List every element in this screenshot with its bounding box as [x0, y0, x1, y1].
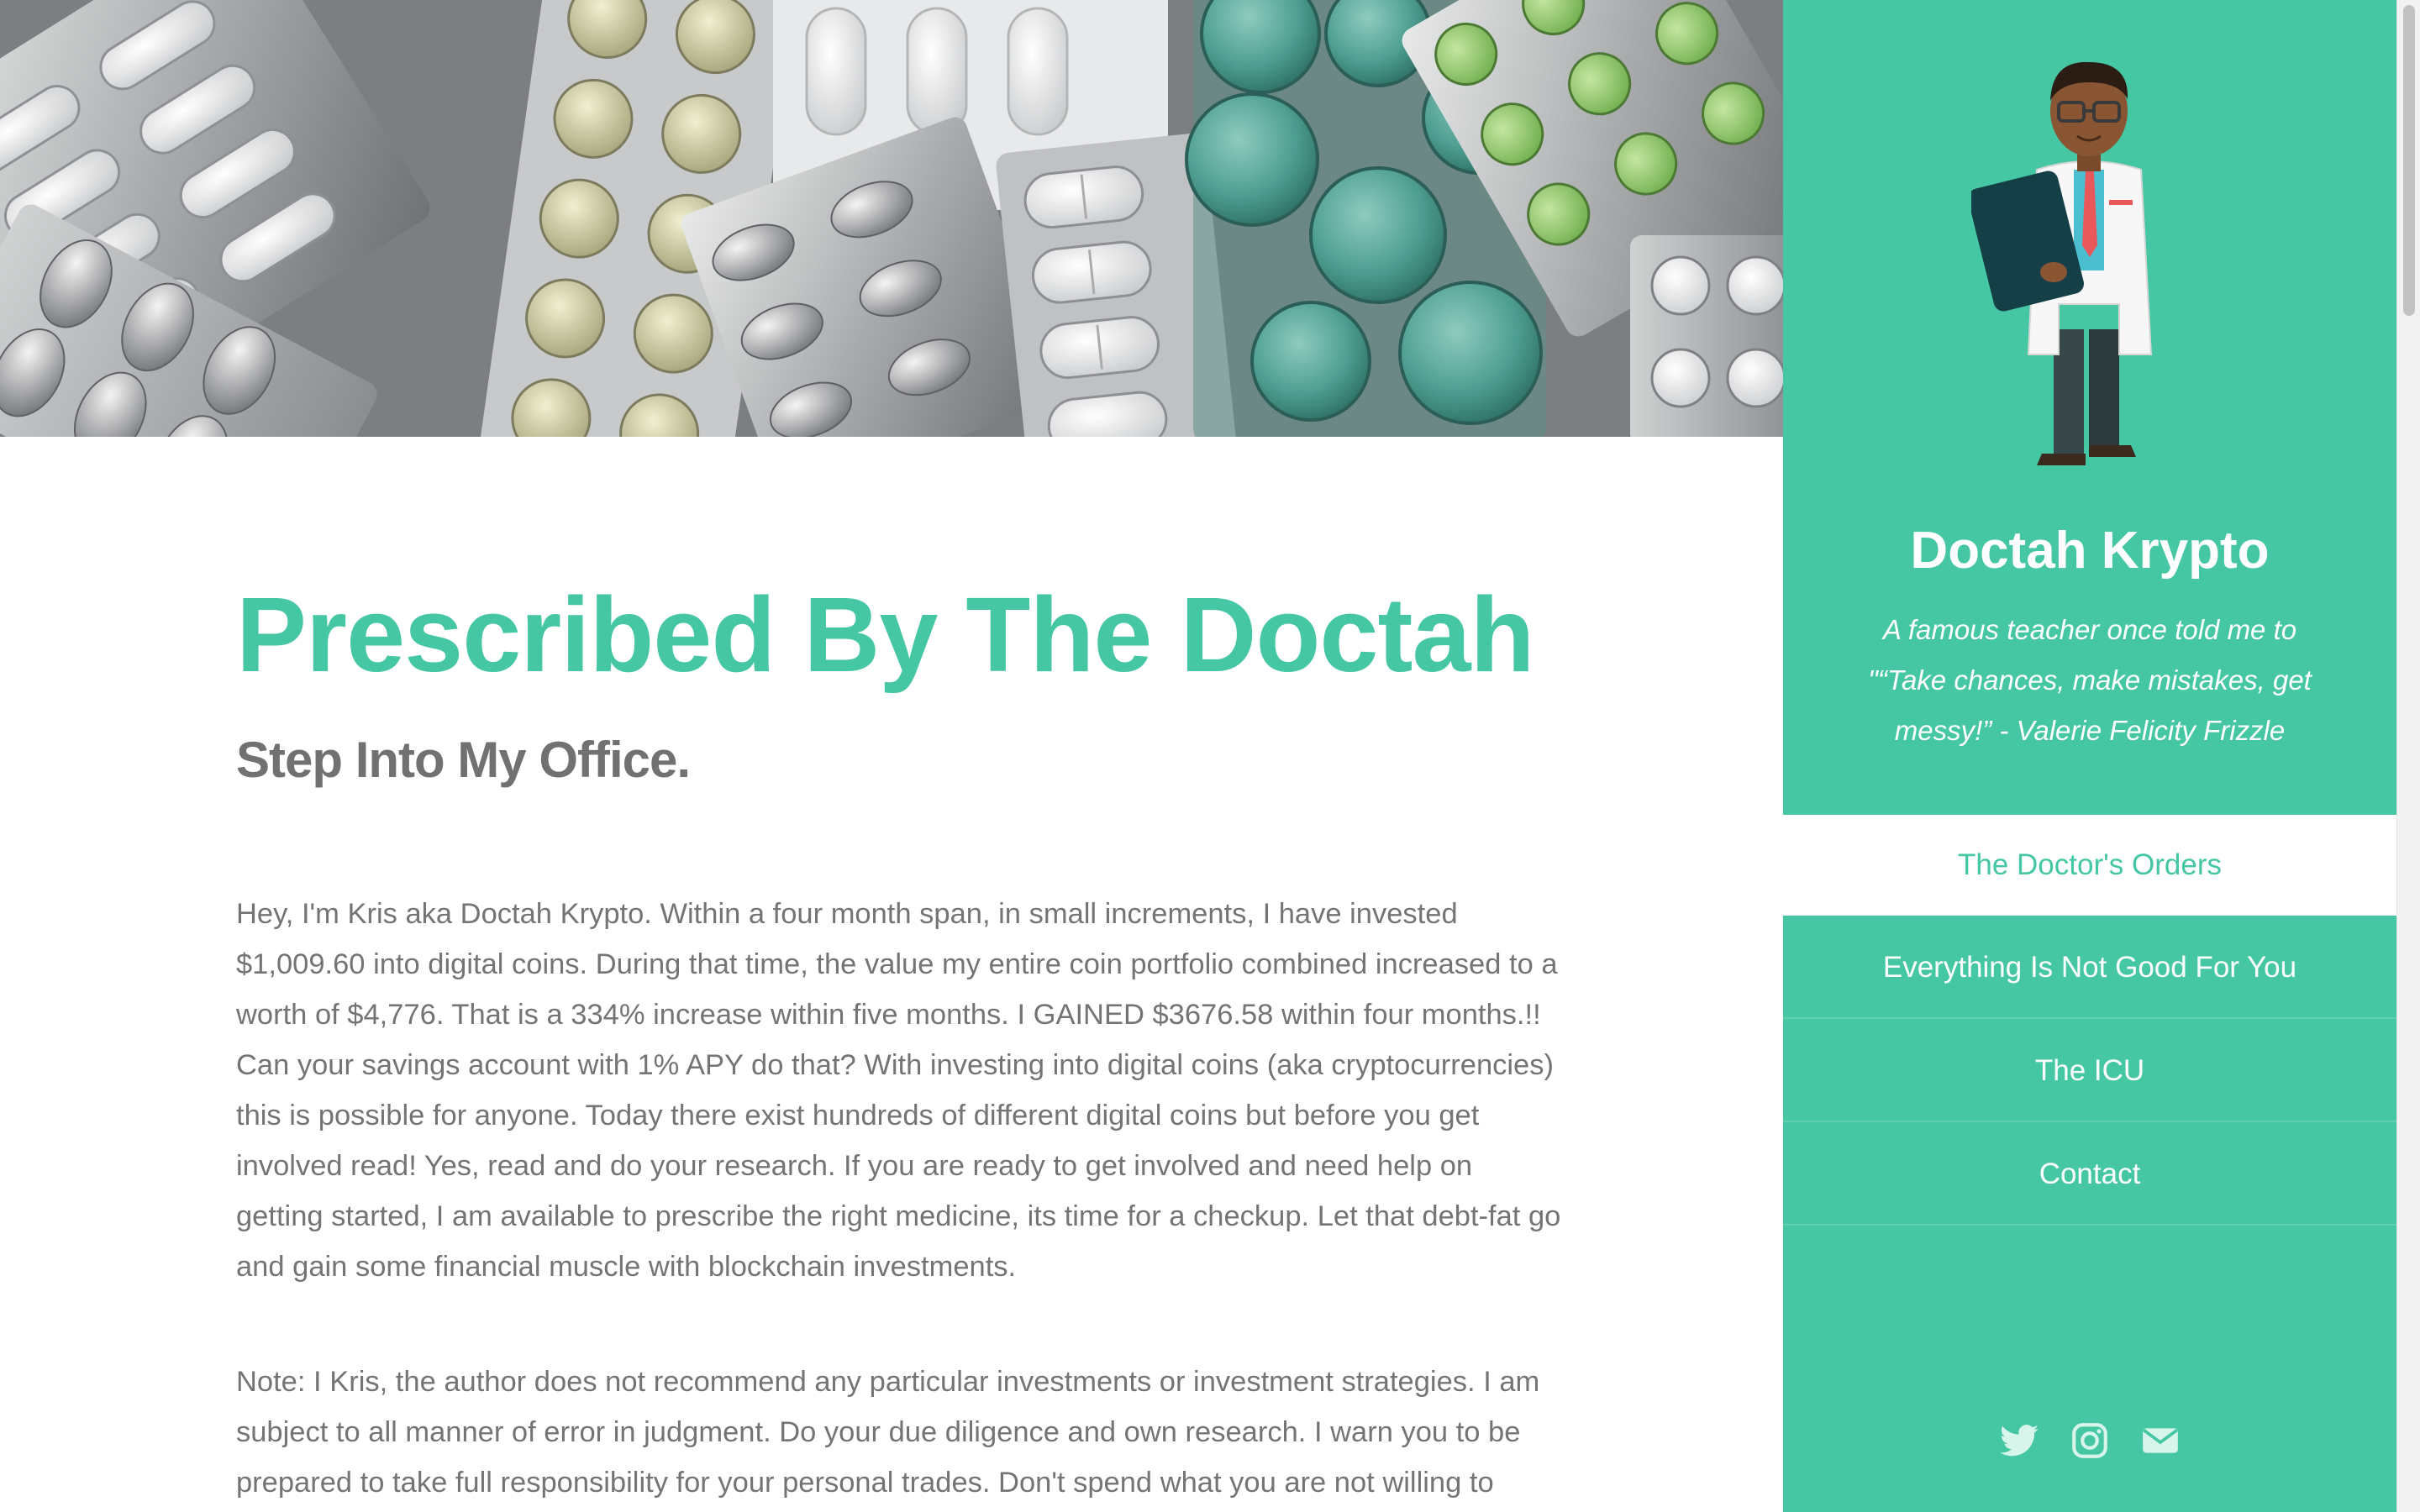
hero-image	[0, 0, 1783, 437]
social-links	[1783, 1420, 2396, 1462]
page-subtitle: Step Into My Office.	[236, 732, 691, 788]
nav-item-contact[interactable]: Contact	[1783, 1122, 2396, 1226]
instagram-icon[interactable]	[2069, 1420, 2111, 1462]
email-icon[interactable]	[2139, 1420, 2181, 1462]
pill-blister-packs-image	[0, 0, 1783, 437]
doctor-avatar[interactable]	[1971, 52, 2207, 472]
twitter-icon[interactable]	[1998, 1420, 2040, 1462]
sidebar: Doctah Krypto A famous teacher once told…	[1783, 0, 2396, 1512]
sidebar-nav: The Doctor's Orders Everything Is Not Go…	[1783, 815, 2396, 1226]
disclaimer-paragraph: Note: I Kris, the author does not recomm…	[236, 1366, 1540, 1499]
site-tagline: A famous teacher once told me to "“Take …	[1868, 614, 2312, 746]
nav-item-the-icu[interactable]: The ICU	[1783, 1019, 2396, 1122]
sidebar-header: Doctah Krypto A famous teacher once told…	[1783, 0, 2396, 815]
scrollbar-thumb[interactable]	[2403, 5, 2415, 316]
nav-item-everything-is-not-good-for-you[interactable]: Everything Is Not Good For You	[1783, 916, 2396, 1019]
site-title[interactable]: Doctah Krypto	[1783, 521, 2396, 580]
page-scrollbar[interactable]	[2396, 0, 2420, 1512]
main-content: Prescribed By The Doctah Step Into My Of…	[0, 437, 1783, 1512]
nav-item-the-doctors-orders[interactable]: The Doctor's Orders	[1783, 815, 2396, 916]
page-title: Prescribed By The Doctah	[236, 575, 1534, 694]
intro-paragraph: Hey, I'm Kris aka Doctah Krypto. Within …	[236, 898, 1561, 1283]
